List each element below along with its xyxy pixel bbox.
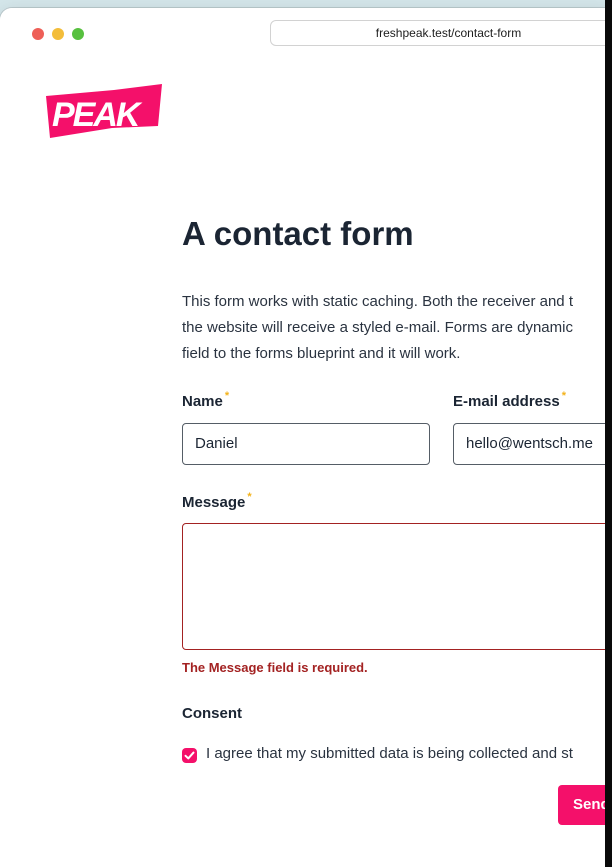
required-marker: * — [247, 491, 252, 503]
consent-checkbox[interactable] — [182, 748, 197, 763]
intro-line: field to the forms blueprint and it will… — [182, 345, 461, 362]
consent-label: I agree that my submitted data is being … — [206, 745, 573, 762]
svg-text:PEAK: PEAK — [52, 96, 143, 134]
checkmark-icon — [184, 751, 195, 760]
consent-heading: Consent — [182, 705, 242, 722]
intro-paragraph: This form works with static caching. Bot… — [182, 289, 612, 367]
address-bar-url: freshpeak.test/contact-form — [375, 26, 522, 40]
browser-window: freshpeak.test/contact-form PEAK A conta… — [0, 8, 612, 867]
message-label: Message * — [182, 491, 252, 511]
address-bar[interactable]: freshpeak.test/contact-form — [270, 20, 612, 46]
send-button[interactable]: Send — [558, 785, 612, 825]
window-edge — [605, 0, 612, 867]
name-field[interactable]: Daniel — [182, 423, 430, 465]
email-label: E-mail address * — [453, 390, 566, 410]
maximize-window-button[interactable] — [72, 28, 84, 40]
required-marker: * — [224, 390, 230, 402]
intro-line: the website will receive a styled e-mail… — [182, 319, 573, 336]
close-window-button[interactable] — [32, 28, 44, 40]
intro-line: This form works with static caching. Bot… — [182, 293, 573, 310]
name-label: Name * — [182, 390, 230, 410]
message-error: The Message field is required. — [182, 660, 368, 675]
message-textarea[interactable] — [182, 523, 612, 650]
minimize-window-button[interactable] — [52, 28, 64, 40]
title-bar: freshpeak.test/contact-form — [0, 8, 612, 58]
page-title: A contact form — [182, 215, 414, 252]
required-marker: * — [561, 390, 566, 402]
peak-logo[interactable]: PEAK — [44, 82, 164, 147]
email-field[interactable]: hello@wentsch.me — [453, 423, 612, 465]
